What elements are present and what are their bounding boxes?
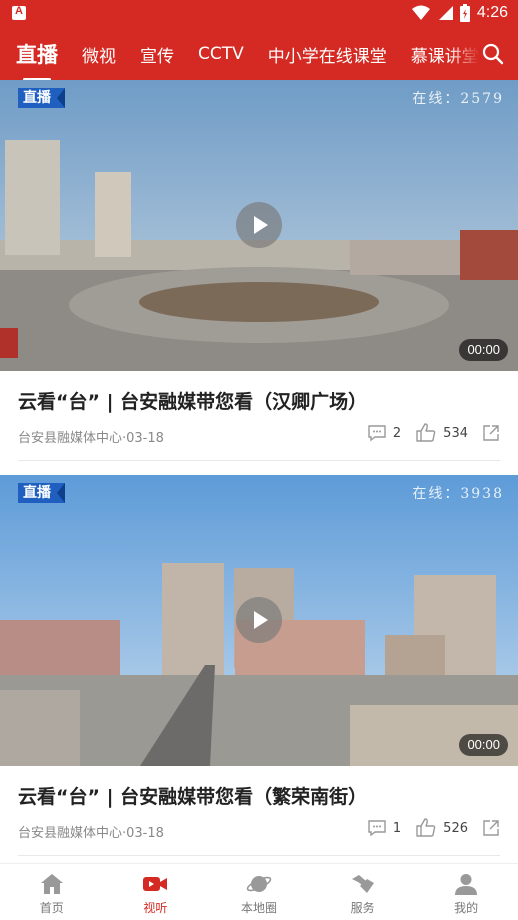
video-feed: 直播 在线：2579 00:00 云看“台” | 台安融媒带您看（汉卿广场） 台… — [0, 80, 518, 863]
comment-count: 1 — [392, 820, 402, 836]
handshake-icon — [351, 875, 374, 893]
play-button[interactable] — [236, 597, 282, 643]
video-source: 台安县融媒体中心·03-18 — [18, 431, 164, 446]
app-notification-icon — [12, 5, 26, 20]
video-stats: 2 534 — [367, 423, 500, 443]
video-thumbnail[interactable]: 直播 在线：2579 00:00 — [0, 80, 518, 371]
online-count: 在线：3938 — [412, 486, 504, 502]
comment-icon[interactable] — [367, 423, 387, 443]
tab-live[interactable]: 直播 — [16, 39, 58, 80]
signal-icon — [438, 6, 453, 20]
clock: 4:26 — [476, 4, 508, 21]
like-count: 534 — [443, 425, 468, 441]
video-card[interactable]: 直播 在线：2579 00:00 云看“台” | 台安融媒带您看（汉卿广场） 台… — [0, 80, 518, 475]
status-bar: 4:26 — [0, 0, 518, 28]
share-icon[interactable] — [482, 424, 500, 442]
nav-me[interactable]: 我的 — [414, 864, 518, 920]
nav-services-label: 服务 — [350, 901, 375, 915]
tab-online-classroom[interactable]: 中小学在线课堂 — [268, 42, 387, 67]
video-icon — [143, 877, 168, 891]
video-source: 台安县融媒体中心·03-18 — [18, 826, 164, 841]
nav-home[interactable]: 首页 — [0, 864, 104, 920]
nav-local-label: 本地圈 — [240, 901, 277, 915]
user-icon — [455, 874, 478, 895]
video-meta: 台安县融媒体中心·03-18 2 534 — [18, 417, 500, 461]
like-icon[interactable] — [415, 423, 437, 443]
video-thumbnail[interactable]: 直播 在线：3938 00:00 — [0, 475, 518, 766]
planet-icon — [246, 876, 272, 892]
like-count: 526 — [443, 820, 468, 836]
home-icon — [40, 874, 63, 894]
video-duration: 00:00 — [459, 339, 508, 361]
share-icon[interactable] — [482, 819, 500, 837]
video-title[interactable]: 云看“台” | 台安融媒带您看（汉卿广场） — [0, 371, 518, 417]
video-meta: 台安县融媒体中心·03-18 1 526 — [18, 812, 500, 856]
comment-count: 2 — [392, 425, 402, 441]
card-spacer — [0, 461, 518, 475]
tab-cctv[interactable]: CCTV — [198, 44, 244, 64]
system-icons: 4:26 — [411, 4, 508, 22]
live-badge: 直播 — [18, 483, 65, 503]
like-icon[interactable] — [415, 818, 437, 838]
online-count: 在线：2579 — [412, 91, 504, 107]
video-duration: 00:00 — [459, 734, 508, 756]
nav-home-label: 首页 — [39, 901, 64, 915]
nav-local[interactable]: 本地圈 — [207, 864, 311, 920]
nav-me-label: 我的 — [454, 901, 479, 915]
video-card[interactable]: 直播 在线：3938 00:00 云看“台” | 台安融媒带您看（繁荣南街） 台… — [0, 475, 518, 856]
battery-icon — [459, 4, 470, 22]
nav-video[interactable]: 视听 — [104, 864, 208, 920]
tab-micro-video[interactable]: 微视 — [82, 42, 116, 67]
channel-nav: 直播 微视 宣传 CCTV 中小学在线课堂 慕课讲堂 — [0, 28, 518, 80]
tab-promotion[interactable]: 宣传 — [140, 42, 174, 67]
wifi-icon — [411, 5, 430, 20]
channel-tabs: 直播 微视 宣传 CCTV 中小学在线课堂 慕课讲堂 — [0, 28, 487, 80]
nav-services[interactable]: 服务 — [311, 864, 415, 920]
play-button[interactable] — [236, 202, 282, 248]
video-title[interactable]: 云看“台” | 台安融媒带您看（繁荣南街） — [0, 766, 518, 812]
nav-video-label: 视听 — [143, 901, 168, 915]
search-icon[interactable] — [482, 43, 504, 65]
live-badge: 直播 — [18, 88, 65, 108]
comment-icon[interactable] — [367, 818, 387, 838]
video-stats: 1 526 — [367, 818, 500, 838]
bottom-nav: 首页 视听 本地圈 服务 我的 — [0, 863, 518, 920]
